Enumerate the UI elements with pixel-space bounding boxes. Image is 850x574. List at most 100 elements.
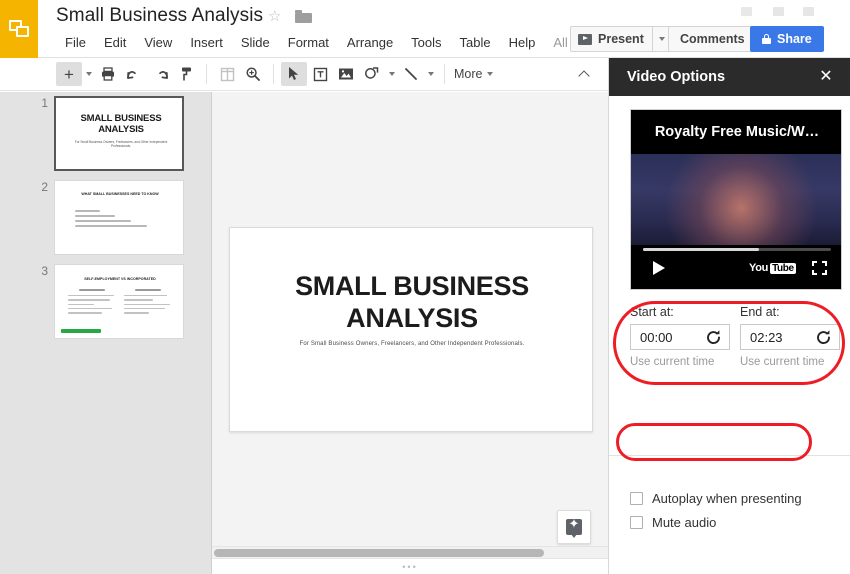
- explore-button[interactable]: [557, 510, 591, 544]
- filmstrip-slide-1[interactable]: 1 SMALL BUSINESS ANALYSIS For Small Busi…: [0, 92, 211, 176]
- start-at-input[interactable]: [631, 328, 695, 346]
- fullscreen-icon[interactable]: [812, 261, 827, 275]
- start-at-group: Start at: Use current time: [630, 305, 734, 368]
- insert-image-button[interactable]: [333, 62, 359, 86]
- thumb-progress-bar: [61, 329, 101, 333]
- slides-logo-icon: [8, 19, 30, 39]
- editor-toolbar: + More: [0, 58, 608, 91]
- paint-roller-icon: [181, 67, 191, 81]
- google-slides-logo[interactable]: [0, 0, 38, 58]
- star-icon[interactable]: ☆: [268, 9, 281, 24]
- shape-button[interactable]: [359, 62, 385, 86]
- scrollbar-thumb[interactable]: [214, 549, 544, 557]
- video-preview[interactable]: Royalty Free Music/W… You Tube: [630, 109, 842, 290]
- checkbox-icon[interactable]: [630, 491, 643, 505]
- comments-button[interactable]: Comments: [668, 26, 757, 52]
- video-controls: You Tube: [631, 245, 841, 289]
- slide-thumbnail[interactable]: WHAT SMALL BUSINESSES NEED TO KNOW: [54, 180, 184, 255]
- menu-format[interactable]: Format: [279, 33, 338, 52]
- line-caret[interactable]: [424, 62, 437, 86]
- menu-edit[interactable]: Edit: [95, 33, 135, 52]
- slide-editor-canvas[interactable]: SMALL BUSINESS ANALYSIS For Small Busine…: [212, 92, 608, 574]
- shape-caret[interactable]: [385, 62, 398, 86]
- menu-tools[interactable]: Tools: [402, 33, 450, 52]
- end-at-input[interactable]: [741, 328, 805, 346]
- paint-format-button[interactable]: [173, 62, 199, 86]
- slide-subtitle-text[interactable]: For Small Business Owners, Freelancers, …: [250, 341, 574, 347]
- close-icon[interactable]: ✕: [817, 68, 835, 86]
- checkbox-icon[interactable]: [630, 515, 643, 529]
- canvas-horizontal-scrollbar[interactable]: [212, 546, 608, 558]
- zoom-button[interactable]: [240, 62, 266, 86]
- end-at-group: End at: Use current time: [740, 305, 844, 368]
- current-slide[interactable]: SMALL BUSINESS ANALYSIS For Small Busine…: [229, 227, 593, 432]
- menu-file[interactable]: File: [56, 33, 95, 52]
- slide-number: 2: [41, 180, 48, 194]
- video-progress-bar[interactable]: [643, 248, 831, 251]
- select-tool-button[interactable]: [281, 62, 307, 86]
- undo-button[interactable]: [121, 62, 147, 86]
- menu-arrange[interactable]: Arrange: [338, 33, 402, 52]
- chevron-down-icon: [658, 37, 665, 41]
- autoplay-label: Autoplay when presenting: [652, 490, 802, 506]
- video-title: Royalty Free Music/W…: [631, 110, 841, 154]
- panel-title: Video Options: [627, 69, 726, 85]
- image-icon: [339, 68, 353, 80]
- present-button-label: Present: [598, 32, 644, 46]
- youtube-you-text: You: [749, 262, 769, 274]
- video-options-panel: Video Options ✕ Royalty Free Music/W… Yo…: [608, 58, 850, 574]
- layout-button[interactable]: [214, 62, 240, 86]
- document-title[interactable]: Small Business Analysis: [56, 5, 263, 27]
- play-icon[interactable]: [653, 261, 665, 275]
- autoplay-checkbox[interactable]: Autoplay when presenting: [630, 486, 840, 510]
- playback-options: Autoplay when presenting Mute audio: [630, 486, 840, 534]
- start-use-current-time[interactable]: Use current time: [630, 356, 734, 368]
- menu-insert[interactable]: Insert: [181, 33, 232, 52]
- thumb-subtitle: For Small Business Owners, Freelancers, …: [74, 140, 168, 148]
- line-icon: [405, 68, 417, 80]
- menu-help[interactable]: Help: [500, 33, 545, 52]
- chevron-down-icon: [427, 72, 434, 76]
- menu-slide[interactable]: Slide: [232, 33, 279, 52]
- end-at-field[interactable]: [740, 324, 840, 350]
- end-at-label: End at:: [740, 305, 780, 319]
- text-box-icon: [313, 67, 327, 81]
- collapse-toolbar-button[interactable]: [574, 64, 594, 84]
- start-at-field[interactable]: [630, 324, 730, 350]
- youtube-logo[interactable]: You Tube: [749, 262, 796, 274]
- menu-view[interactable]: View: [135, 33, 181, 52]
- folder-icon[interactable]: [295, 10, 312, 23]
- cursor-arrow-icon: [289, 67, 299, 80]
- menu-table[interactable]: Table: [451, 33, 500, 52]
- present-button[interactable]: Present: [571, 27, 652, 51]
- lock-icon: [762, 34, 771, 44]
- mute-audio-checkbox[interactable]: Mute audio: [630, 510, 840, 534]
- slide-number: 1: [41, 96, 48, 110]
- plus-icon: +: [64, 64, 74, 84]
- share-button[interactable]: Share: [750, 26, 824, 52]
- more-tools-button[interactable]: More: [452, 67, 494, 81]
- more-tools-label: More: [454, 67, 483, 81]
- thumb-body-lines: [75, 210, 165, 230]
- redo-button[interactable]: [147, 62, 173, 86]
- end-use-current-time[interactable]: Use current time: [740, 356, 844, 368]
- slide-title-text[interactable]: SMALL BUSINESS ANALYSIS: [252, 270, 572, 334]
- new-slide-button[interactable]: +: [56, 62, 82, 86]
- text-box-button[interactable]: [307, 62, 333, 86]
- end-refresh-icon[interactable]: [815, 329, 832, 346]
- slide-thumbnail[interactable]: SELF-EMPLOYMENT VS INCORPORATED: [54, 264, 184, 339]
- line-button[interactable]: [398, 62, 424, 86]
- thumb-title: SMALL BUSINESS ANALYSIS: [80, 113, 162, 135]
- redo-icon: [158, 71, 168, 79]
- filmstrip-slide-2[interactable]: 2 WHAT SMALL BUSINESSES NEED TO KNOW: [0, 176, 211, 260]
- chevron-down-icon: [388, 72, 395, 76]
- print-button[interactable]: [95, 62, 121, 86]
- start-refresh-icon[interactable]: [705, 329, 722, 346]
- slide-filmstrip[interactable]: 1 SMALL BUSINESS ANALYSIS For Small Busi…: [0, 92, 212, 574]
- printer-icon: [102, 67, 114, 81]
- new-slide-caret[interactable]: [82, 62, 95, 86]
- magnifier-icon: [246, 67, 260, 81]
- slide-thumbnail[interactable]: SMALL BUSINESS ANALYSIS For Small Busine…: [54, 96, 184, 171]
- filmstrip-slide-3[interactable]: 3 SELF-EMPLOYMENT VS INCORPORATED: [0, 260, 211, 344]
- speaker-notes-resize-handle[interactable]: •••: [212, 558, 608, 574]
